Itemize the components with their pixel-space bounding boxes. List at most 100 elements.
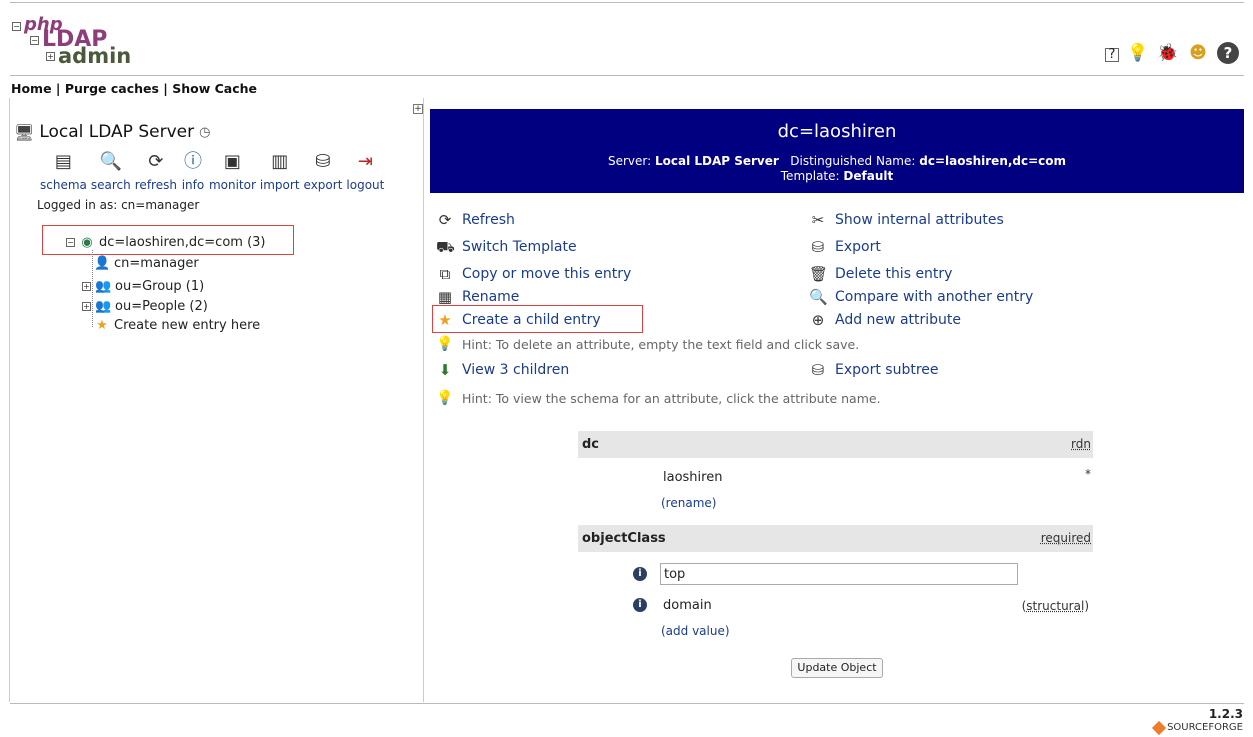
refresh-icon: ⟳	[438, 211, 452, 229]
entry-info: Server: Local LDAP Server Distinguished …	[607, 154, 1067, 183]
collapse-icon[interactable]: −	[66, 238, 75, 247]
action-export[interactable]: ⛁ Export	[809, 238, 881, 256]
action-copy-move[interactable]: ⧉ Copy or move this entry	[436, 265, 632, 283]
logo-admin: admin	[58, 44, 132, 68]
tree-item-create-new[interactable]: ★ Create new entry here	[92, 318, 260, 333]
top-divider	[10, 2, 1244, 3]
nav-show-cache[interactable]: Show Cache	[172, 81, 257, 96]
rename-icon: ▦	[437, 288, 453, 306]
tree-root[interactable]: − ◉ dc=laoshiren,dc=com (3)	[66, 235, 265, 250]
action-rename[interactable]: ▦ Rename	[436, 288, 520, 306]
logged-in-as: Logged in as: cn=manager	[37, 198, 200, 212]
group-icon: 👥	[95, 279, 112, 294]
rdn-tag: rdn	[1071, 437, 1091, 451]
action-switch-template[interactable]: ⛟ Switch Template	[436, 238, 577, 256]
version: 1.2.3	[1208, 707, 1243, 721]
expand-icon[interactable]: +	[82, 302, 91, 311]
help-icon[interactable]: ?	[1105, 48, 1119, 62]
smiley-icon[interactable]: ☻	[1187, 42, 1209, 64]
server-title: 🖥 Local LDAP Server ◷	[14, 122, 210, 142]
export-icon: ⛁	[811, 238, 825, 256]
tool-logout[interactable]: ⇥ logout	[346, 150, 384, 192]
tool-export[interactable]: ⛁ export	[304, 150, 343, 192]
update-object-button[interactable]: Update Object	[791, 658, 883, 678]
bottom-divider	[10, 703, 1244, 704]
action-compare[interactable]: 🔍 Compare with another entry	[809, 288, 1033, 306]
schema-icon: ▤	[54, 151, 72, 172]
action-add-attribute[interactable]: ⊕ Add new attribute	[809, 311, 961, 329]
sourceforge-icon	[1151, 720, 1167, 735]
action-view-children[interactable]: ⬇ View 3 children	[436, 361, 570, 379]
server-icon: 🖥	[14, 122, 35, 142]
logout-icon: ⇥	[357, 151, 373, 172]
attribute-name[interactable]: dc	[582, 437, 599, 452]
tool-import[interactable]: ▥ import	[260, 150, 300, 192]
nav-purge-caches[interactable]: Purge caches	[65, 81, 159, 96]
switch-template-icon: ⛟	[436, 238, 455, 256]
star-icon: ★	[438, 311, 452, 329]
info-icon[interactable]: i	[633, 567, 647, 581]
tree-item-ou-group[interactable]: + 👥 ou=Group (1)	[82, 279, 204, 294]
tree-item-cn-manager[interactable]: 👤 cn=manager	[92, 256, 199, 271]
action-refresh[interactable]: ⟳ Refresh	[436, 211, 515, 229]
user-icon: 👤	[94, 256, 111, 271]
entry-title: dc=laoshiren	[777, 121, 897, 142]
export-icon: ⛁	[811, 361, 825, 379]
action-delete-entry[interactable]: 🗑 Delete this entry	[809, 265, 952, 283]
action-show-internal[interactable]: ✂ Show internal attributes	[809, 211, 1004, 229]
trash-icon: 🗑	[809, 265, 829, 283]
add-value-link[interactable]: (add value)	[661, 624, 730, 638]
bug-icon[interactable]: 🐞	[1157, 42, 1179, 64]
action-create-child[interactable]: ★ Create a child entry	[436, 311, 600, 329]
entry-header: dc=laoshiren Server: Local LDAP Server D…	[430, 109, 1244, 193]
hint-delete: 💡 Hint: To delete an attribute, empty the…	[436, 336, 860, 352]
server-toolbar: ▤ schema 🔍 search ⟳ refresh ⓘ info ▣ monitor …	[40, 150, 388, 192]
phpldapadmin-logo[interactable]: − − + php LDAP admin	[12, 14, 131, 70]
logo-tree-box: +	[46, 52, 55, 61]
tool-search[interactable]: 🔍 search	[91, 150, 131, 192]
tools-icon: ✂	[811, 211, 825, 229]
export-icon: ⛁	[315, 151, 331, 172]
sourceforge-logo[interactable]: SOURCEFORGE	[1151, 720, 1243, 735]
expand-icon[interactable]: +	[82, 282, 91, 291]
monitor-icon: ▣	[223, 151, 241, 172]
server-name: Local LDAP Server	[39, 122, 195, 142]
group-icon: 👥	[95, 299, 112, 314]
attribute-header-dc: dc rdn	[578, 431, 1093, 458]
logo-tree-box: −	[12, 22, 21, 31]
idea-icon[interactable]: 💡	[1127, 42, 1149, 64]
rename-link[interactable]: (rename)	[661, 496, 716, 510]
tree-root-label[interactable]: dc=laoshiren,dc=com (3)	[99, 235, 265, 250]
tool-refresh[interactable]: ⟳ refresh	[135, 150, 177, 192]
tool-info[interactable]: ⓘ info	[181, 150, 205, 192]
lightbulb-icon: 💡	[436, 336, 454, 352]
search-icon: 🔍	[99, 151, 123, 172]
clock-icon[interactable]: ◷	[199, 125, 210, 140]
domain-icon: ◉	[81, 235, 93, 250]
tool-monitor[interactable]: ▣ monitor	[209, 150, 256, 192]
nav-divider	[10, 75, 1244, 76]
tree-item-ou-people[interactable]: + 👥 ou=People (2)	[82, 299, 208, 314]
hint-schema: 💡 Hint: To view the schema for an attribu…	[436, 390, 881, 406]
dc-value: laoshiren	[663, 470, 723, 485]
tool-schema[interactable]: ▤ schema	[40, 150, 87, 192]
import-icon: ▥	[271, 151, 289, 172]
info-icon[interactable]: i	[633, 598, 647, 612]
objectclass-value-top[interactable]: top	[660, 563, 1018, 585]
objectclass-value-domain: domain	[663, 598, 712, 613]
info-icon: ⓘ	[183, 151, 202, 172]
attribute-name[interactable]: objectClass	[582, 531, 666, 546]
download-icon: ⬇	[438, 361, 452, 379]
required-tag: required	[1040, 531, 1091, 545]
question-icon[interactable]: ?	[1217, 42, 1239, 64]
nav-home[interactable]: Home	[11, 81, 52, 96]
action-export-subtree[interactable]: ⛁ Export subtree	[809, 361, 939, 379]
refresh-icon: ⟳	[148, 151, 164, 172]
header-icons: ? 💡 🐞 ☻ ?	[1105, 42, 1239, 64]
add-attribute-icon: ⊕	[811, 311, 825, 329]
lightbulb-icon: 💡	[436, 390, 454, 406]
star-icon: ★	[96, 318, 108, 333]
expand-panel-icon[interactable]: +	[413, 104, 423, 114]
compare-icon: 🔍	[809, 288, 828, 306]
top-nav: Home | Purge caches | Show Cache	[11, 81, 257, 96]
